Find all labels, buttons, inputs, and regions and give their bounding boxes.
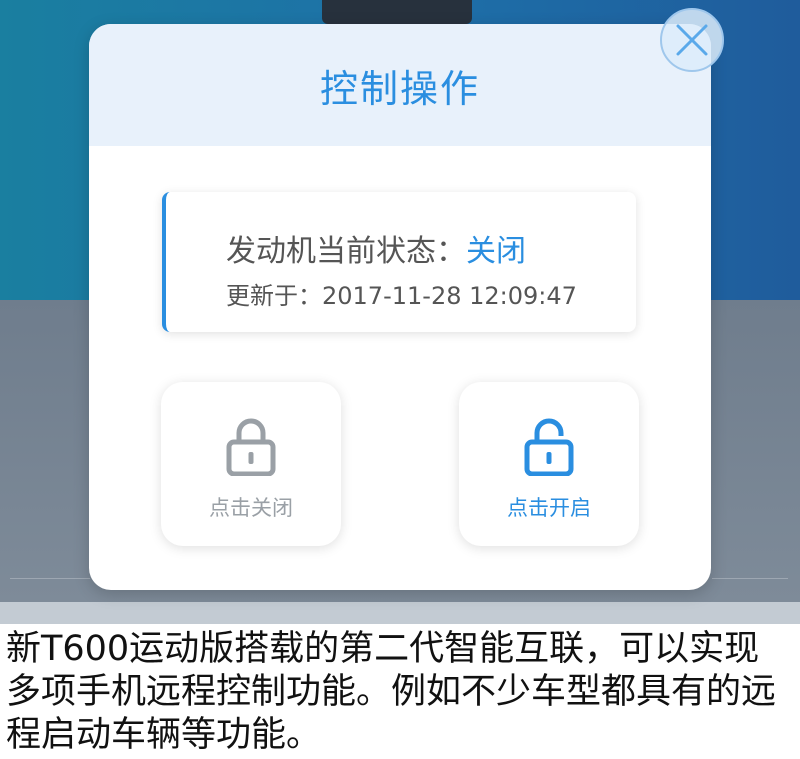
unlock-engine-button[interactable]: 点击开启 — [459, 382, 639, 546]
update-time-label: 更新于： — [226, 282, 322, 310]
engine-status-label: 发动机当前状态： — [226, 234, 466, 269]
unlock-engine-label: 点击开启 — [507, 496, 591, 520]
update-time-value: 2017-11-28 12:09:47 — [322, 282, 577, 310]
background-divider — [10, 578, 90, 579]
control-dialog: 控制操作 发动机当前状态：关闭 更新于：2017-11-28 12:09:47 … — [89, 24, 711, 590]
close-icon — [676, 24, 708, 56]
lock-engine-label: 点击关闭 — [209, 496, 293, 520]
dialog-header: 控制操作 — [89, 24, 711, 146]
lock-engine-button[interactable]: 点击关闭 — [161, 382, 341, 546]
unlock-icon — [524, 418, 574, 476]
engine-status-value: 关闭 — [466, 234, 526, 269]
engine-status-card: 发动机当前状态：关闭 更新于：2017-11-28 12:09:47 — [162, 192, 636, 332]
close-dialog-button[interactable] — [660, 8, 724, 72]
background-strip — [0, 602, 800, 624]
caption-text: 新T600运动版搭载的第二代智能互联，可以实现多项手机远程控制功能。例如不少车型… — [0, 624, 800, 759]
engine-status-line: 发动机当前状态：关闭 — [226, 226, 526, 270]
background-divider — [712, 578, 788, 579]
update-time-line: 更新于：2017-11-28 12:09:47 — [226, 276, 577, 311]
background-device — [322, 0, 472, 24]
dialog-title: 控制操作 — [319, 66, 480, 111]
lock-icon — [226, 418, 276, 476]
